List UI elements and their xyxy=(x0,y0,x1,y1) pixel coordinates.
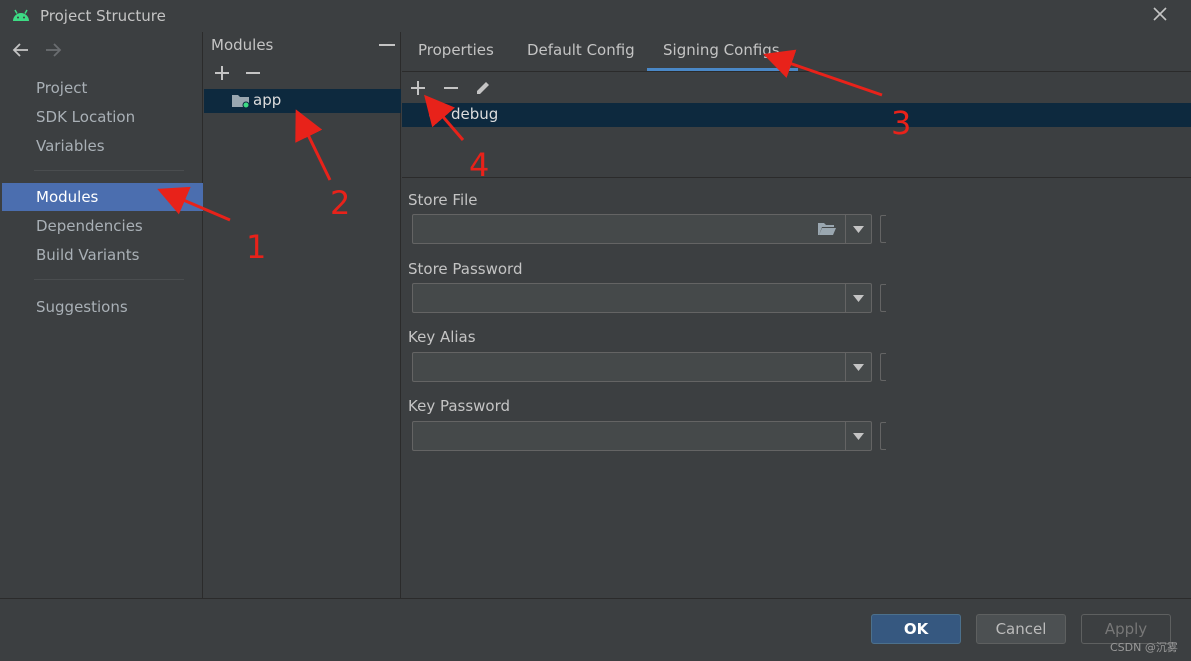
key-password-dropdown[interactable] xyxy=(845,422,871,450)
key-password-label: Key Password xyxy=(408,397,511,415)
store-password-extra-button[interactable] xyxy=(880,284,886,312)
sidebar-nav: Project SDK Location Variables Modules D… xyxy=(0,32,203,598)
annotation-label-4: 4 xyxy=(469,146,490,184)
store-file-dropdown[interactable] xyxy=(845,215,871,243)
remove-signing-config-icon[interactable] xyxy=(441,78,461,98)
window-title: Project Structure xyxy=(40,7,166,25)
key-alias-field[interactable] xyxy=(412,352,886,382)
cancel-button[interactable]: Cancel xyxy=(976,614,1066,644)
module-row-app[interactable]: app xyxy=(204,89,401,113)
sidebar-item-variables[interactable]: Variables xyxy=(2,132,203,160)
close-icon[interactable] xyxy=(1152,6,1168,22)
main-pane: Properties Default Config Signing Config… xyxy=(402,32,1191,598)
annotation-label-3: 3 xyxy=(891,104,912,142)
modules-header: Modules xyxy=(211,36,274,54)
signing-config-label: debug xyxy=(451,105,499,123)
annotation-label-1: 1 xyxy=(246,228,267,266)
module-label: app xyxy=(253,91,282,109)
sidebar-item-build-variants[interactable]: Build Variants xyxy=(2,241,203,269)
annotation-label-2: 2 xyxy=(330,184,351,222)
folder-open-icon[interactable] xyxy=(817,221,837,237)
chevron-down-icon xyxy=(853,226,864,233)
sidebar-item-dependencies[interactable]: Dependencies xyxy=(2,212,203,240)
store-password-label: Store Password xyxy=(408,260,523,278)
forward-arrow-icon[interactable] xyxy=(43,40,63,60)
chevron-down-icon xyxy=(853,433,864,440)
edit-pencil-icon[interactable] xyxy=(473,78,493,98)
active-tab-indicator xyxy=(647,68,798,71)
sidebar-item-modules[interactable]: Modules xyxy=(2,183,203,211)
sidebar-item-sdk-location[interactable]: SDK Location xyxy=(2,103,203,131)
remove-module-icon[interactable] xyxy=(243,63,263,83)
tab-signing-configs[interactable]: Signing Configs xyxy=(663,41,780,59)
key-password-field[interactable] xyxy=(412,421,886,451)
add-signing-config-icon[interactable] xyxy=(408,78,428,98)
sidebar-divider xyxy=(34,279,184,280)
tab-bar: Properties Default Config Signing Config… xyxy=(402,32,1191,72)
store-file-extra-button[interactable] xyxy=(880,215,886,243)
key-icon xyxy=(429,111,443,119)
dialog-footer: OK Cancel Apply CSDN @沉雾 xyxy=(0,598,1191,661)
chevron-down-icon xyxy=(853,295,864,302)
sidebar-item-project[interactable]: Project xyxy=(2,74,203,102)
chevron-down-icon xyxy=(853,364,864,371)
tab-default-config[interactable]: Default Config xyxy=(527,41,635,59)
add-module-icon[interactable] xyxy=(212,63,232,83)
store-file-label: Store File xyxy=(408,191,478,209)
title-bar: Project Structure xyxy=(0,0,1191,32)
key-password-extra-button[interactable] xyxy=(880,422,886,450)
key-alias-label: Key Alias xyxy=(408,328,476,346)
modules-pane: Modules app xyxy=(204,32,401,598)
collapse-icon[interactable] xyxy=(379,44,395,46)
signing-configs-list: debug xyxy=(402,103,1191,178)
signing-configs-toolbar xyxy=(402,73,1191,103)
ok-button[interactable]: OK xyxy=(871,614,961,644)
store-password-dropdown[interactable] xyxy=(845,284,871,312)
tab-properties[interactable]: Properties xyxy=(418,41,494,59)
store-file-field[interactable] xyxy=(412,214,886,244)
store-password-field[interactable] xyxy=(412,283,886,313)
module-folder-icon xyxy=(232,95,250,109)
key-alias-dropdown[interactable] xyxy=(845,353,871,381)
project-structure-dialog: Project Structure Project SDK Location V… xyxy=(0,0,1191,661)
sidebar-item-suggestions[interactable]: Suggestions xyxy=(2,293,203,321)
key-alias-extra-button[interactable] xyxy=(880,353,886,381)
sidebar-divider xyxy=(34,170,184,171)
back-arrow-icon[interactable] xyxy=(11,40,31,60)
signing-config-row-debug[interactable]: debug xyxy=(402,103,1191,127)
watermark: CSDN @沉雾 xyxy=(1110,641,1178,654)
android-icon xyxy=(13,9,29,21)
